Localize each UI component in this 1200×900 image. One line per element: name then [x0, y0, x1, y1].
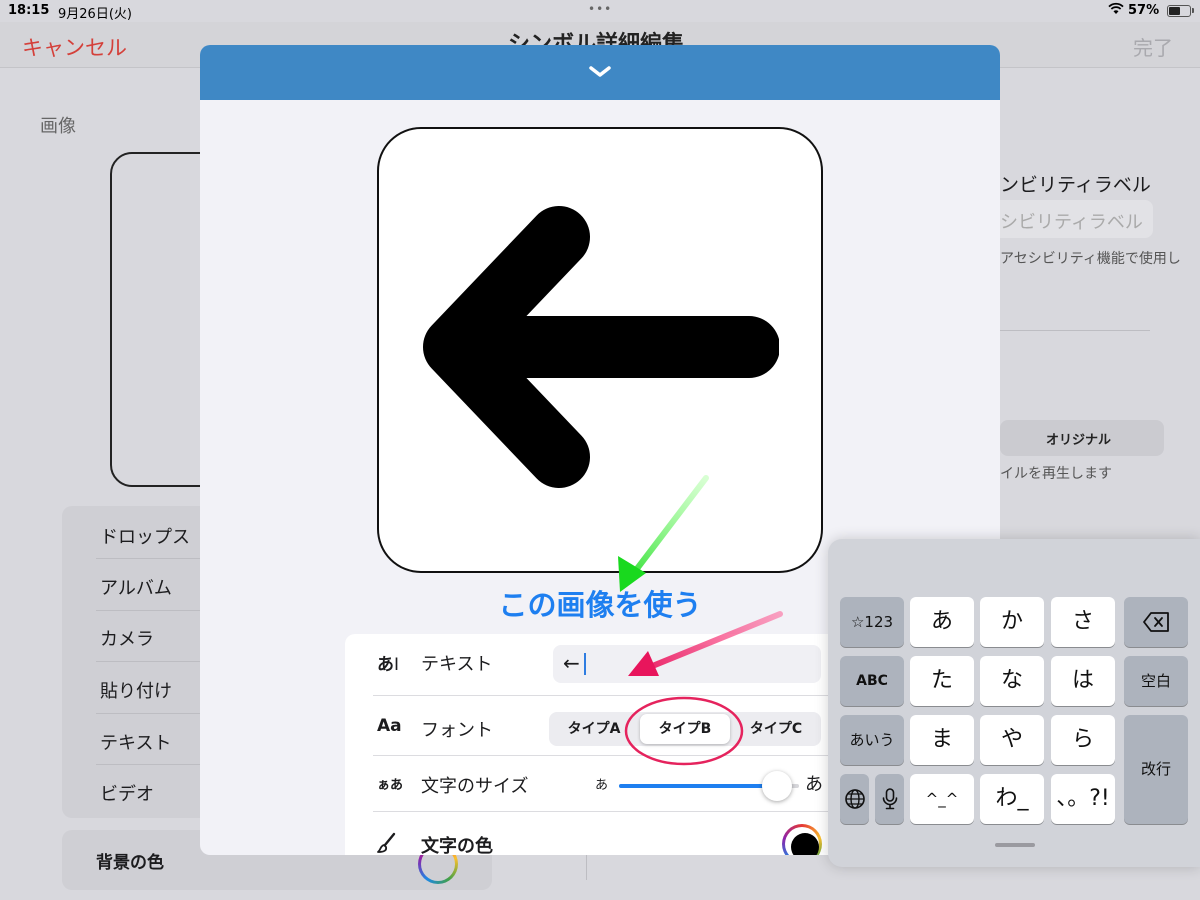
slider-thumb[interactable] — [762, 771, 793, 801]
multitasking-dots-icon[interactable]: ••• — [588, 2, 612, 16]
key-ma[interactable]: ま — [910, 715, 974, 765]
text-size-icon: ぁあ — [377, 778, 404, 793]
text-size-label: 文字のサイズ — [421, 776, 529, 797]
image-section-label: 画像 — [40, 116, 76, 137]
key-a[interactable]: あ — [910, 597, 974, 647]
dictation-key[interactable] — [875, 774, 904, 824]
slider-min-label: あ — [595, 778, 609, 793]
status-time: 18:15 — [8, 3, 50, 18]
segment-original-label: オリジナル — [1046, 433, 1112, 448]
key-kana-mode[interactable]: あいう — [840, 715, 904, 765]
source-item-album[interactable]: アルバム — [100, 574, 210, 600]
text-input-value: ← — [563, 651, 580, 675]
font-type-b-option[interactable]: タイプB — [640, 714, 730, 744]
key-ra[interactable]: ら — [1051, 715, 1115, 765]
battery-percent: 57% — [1128, 3, 1160, 18]
sheet-header — [200, 45, 1000, 100]
space-key[interactable]: 空白 — [1124, 656, 1188, 706]
key-numbers[interactable]: ☆123 — [840, 597, 904, 647]
source-item-paste[interactable]: 貼り付け — [100, 677, 210, 703]
text-color-label: 文字の色 — [421, 836, 493, 855]
key-punctuation[interactable]: 、。?! — [1051, 774, 1115, 824]
video-note: イルを再生します — [1000, 466, 1112, 482]
key-ya[interactable]: や — [980, 715, 1044, 765]
divider — [1000, 330, 1150, 331]
symbol-preview — [377, 127, 823, 573]
source-item-drops[interactable]: ドロップス — [100, 523, 210, 549]
font-type-segmented-control: タイプA タイプB タイプC — [549, 712, 821, 746]
image-source-list: ドロップス アルバム カメラ 貼り付け テキスト ビデオ — [62, 506, 222, 818]
font-type-a-option[interactable]: タイプA — [549, 712, 639, 746]
accessibility-label-title: ンビリティラベル — [1000, 174, 1151, 196]
font-row-label: フォント — [421, 720, 493, 741]
text-input[interactable]: ← — [553, 645, 821, 683]
text-row-label: テキスト — [421, 654, 493, 675]
cancel-button[interactable]: キャンセル — [22, 32, 127, 62]
done-button[interactable]: 完了 — [1133, 32, 1173, 61]
key-ha[interactable]: は — [1051, 656, 1115, 706]
key-na[interactable]: な — [980, 656, 1044, 706]
accessibility-label-placeholder: シビリティラベル — [1000, 212, 1143, 233]
key-ka[interactable]: か — [980, 597, 1044, 647]
accessibility-label-field[interactable]: シビリティラベル — [988, 200, 1153, 238]
brush-icon — [377, 832, 396, 853]
source-item-text[interactable]: テキスト — [100, 729, 210, 755]
globe-icon — [844, 789, 865, 809]
flick-keyboard: ☆123 あ か さ ABC た な は 空白 あいう ま や ら 改行 ^_^… — [828, 539, 1200, 867]
source-item-camera[interactable]: カメラ — [100, 625, 210, 651]
left-arrow-symbol — [423, 206, 779, 488]
return-key[interactable]: 改行 — [1124, 715, 1188, 824]
text-caret — [584, 653, 586, 675]
font-icon: Aa — [377, 716, 402, 736]
wifi-icon — [1108, 2, 1124, 20]
selected-color-dot — [791, 833, 819, 855]
text-color-picker[interactable] — [782, 824, 822, 855]
slider-fill — [619, 784, 778, 788]
delete-key[interactable] — [1124, 597, 1188, 647]
status-date: 9月26日(火) — [58, 7, 132, 22]
text-cursor-icon: あI — [377, 655, 400, 675]
globe-key[interactable] — [840, 774, 869, 824]
background-color-label: 背景の色 — [96, 853, 164, 873]
status-bar: 18:15 9月26日(火) ••• 57% — [0, 0, 1200, 22]
key-ta[interactable]: た — [910, 656, 974, 706]
text-size-slider[interactable] — [619, 771, 799, 801]
source-item-video[interactable]: ビデオ — [100, 780, 210, 806]
backspace-icon — [1143, 612, 1169, 632]
chevron-down-icon[interactable] — [588, 65, 612, 79]
battery-icon — [1167, 5, 1191, 17]
key-abc[interactable]: ABC — [840, 656, 904, 706]
key-wa[interactable]: わ_ — [980, 774, 1044, 824]
slider-max-label: あ — [805, 774, 823, 795]
microphone-icon — [882, 788, 897, 810]
key-sa[interactable]: さ — [1051, 597, 1115, 647]
keyboard-home-indicator — [995, 843, 1035, 847]
video-mode-segment[interactable]: オリジナル — [1000, 420, 1164, 456]
accessibility-note: アセシビリティ機能で使用し — [1000, 251, 1181, 267]
battery-cap — [1192, 8, 1194, 13]
key-emoticon[interactable]: ^_^ — [910, 774, 974, 824]
font-type-c-option[interactable]: タイプC — [731, 712, 821, 746]
